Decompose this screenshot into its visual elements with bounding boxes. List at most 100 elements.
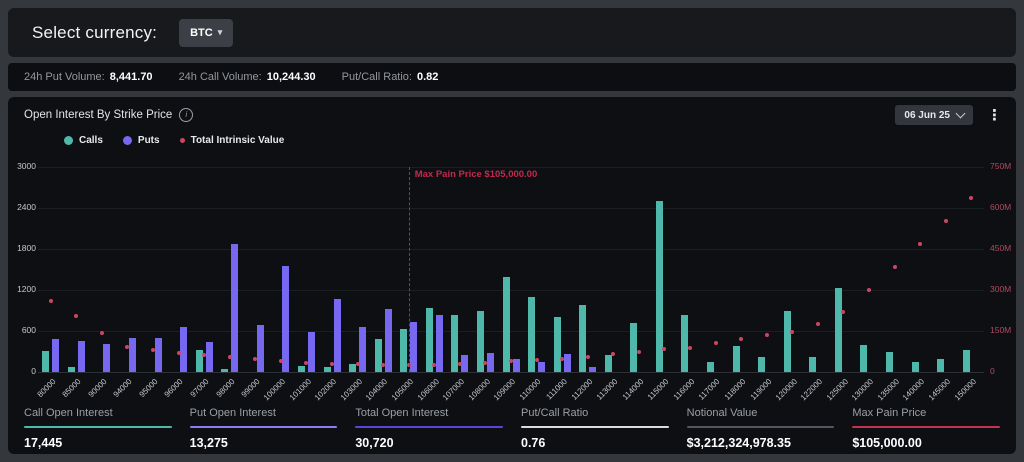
y-axis-left-tick: 3000 <box>17 161 36 171</box>
stat-label: Total Open Interest <box>355 407 503 426</box>
volume-stats-bar: 24h Put Volume: 8,441.70 24h Call Volume… <box>8 63 1016 91</box>
y-axis-right-tick: 450M <box>990 243 1011 253</box>
bar-calls <box>42 351 49 372</box>
stat-label: Call Open Interest <box>24 407 172 426</box>
stat-value: 13,275 <box>190 428 338 450</box>
intrinsic-value-dot <box>586 355 590 359</box>
gridline <box>38 290 984 291</box>
y-axis-right-tick: 150M <box>990 325 1011 335</box>
stat-put-call-ratio: Put/Call Ratio 0.76 <box>521 407 669 450</box>
bar-calls <box>809 357 816 372</box>
stat-label: Notional Value <box>687 407 835 426</box>
intrinsic-value-dot <box>637 350 641 354</box>
bar-calls <box>630 323 637 372</box>
bar-puts <box>180 327 187 372</box>
max-pain-line <box>409 167 410 372</box>
currency-dropdown-value: BTC <box>190 27 213 39</box>
stat-put-open-interest: Put Open Interest 13,275 <box>190 407 338 450</box>
y-axis-right-tick: 600M <box>990 202 1011 212</box>
intrinsic-value-dot <box>944 219 948 223</box>
bar-calls <box>605 355 612 372</box>
select-currency-label: Select currency: <box>32 23 157 43</box>
bar-calls <box>554 317 561 372</box>
bar-calls <box>503 277 510 372</box>
put-call-ratio-label: Put/Call Ratio: <box>342 71 412 83</box>
legend-item-puts[interactable]: Puts <box>123 135 160 146</box>
bar-calls <box>784 311 791 372</box>
bar-puts <box>513 359 520 372</box>
bar-puts <box>282 266 289 372</box>
legend-item-total-intrinsic-value[interactable]: Total Intrinsic Value <box>180 135 285 146</box>
currency-panel: Select currency: BTC ▾ <box>8 8 1016 57</box>
legend-calls-label: Calls <box>79 135 103 146</box>
currency-dropdown[interactable]: BTC ▾ <box>179 19 233 47</box>
stat-max-pain-price: Max Pain Price $105,000.00 <box>852 407 1000 450</box>
stat-notional-value: Notional Value $3,212,324,978.35 <box>687 407 835 450</box>
y-axis-left-tick: 0 <box>31 366 36 376</box>
put-volume-value: 8,441.70 <box>110 71 153 83</box>
intrinsic-value-dot <box>893 265 897 269</box>
date-selector-button[interactable]: 06 Jun 25 <box>895 105 973 125</box>
bar-calls <box>937 359 944 372</box>
legend-tiv-label: Total Intrinsic Value <box>191 135 285 146</box>
gridline <box>38 208 984 209</box>
intrinsic-value-dot <box>100 331 104 335</box>
put-call-ratio-value: 0.82 <box>417 71 438 83</box>
y-axis-left-tick: 600 <box>22 325 36 335</box>
intrinsic-value-dot <box>228 355 232 359</box>
stat-value: 17,445 <box>24 428 172 450</box>
bar-calls <box>758 357 765 372</box>
stat-call-open-interest: Call Open Interest 17,445 <box>24 407 172 450</box>
bar-calls <box>349 364 356 372</box>
intrinsic-value-dot <box>662 347 666 351</box>
bar-calls <box>963 350 970 372</box>
x-axis: 8000085000900009400095000960009700098000… <box>38 372 984 406</box>
intrinsic-value-dot <box>458 362 462 366</box>
bar-calls <box>681 315 688 372</box>
intrinsic-value-dot <box>739 337 743 341</box>
plot-area: Max Pain Price $105,000.00 <box>38 167 984 372</box>
legend-item-calls[interactable]: Calls <box>64 135 103 146</box>
bar-puts <box>231 244 238 372</box>
chart-title: Open Interest By Strike Price <box>24 109 172 121</box>
bar-calls <box>835 288 842 372</box>
bar-calls <box>375 339 382 372</box>
max-pain-label: Max Pain Price $105,000.00 <box>415 169 538 180</box>
stat-value: 0.76 <box>521 428 669 450</box>
bar-puts <box>334 299 341 372</box>
y-axis-right-tick: 750M <box>990 161 1011 171</box>
put-volume-stat: 24h Put Volume: 8,441.70 <box>24 71 153 83</box>
bar-puts <box>564 354 571 372</box>
intrinsic-value-dot <box>841 310 845 314</box>
y-axis-left-tick: 2400 <box>17 202 36 212</box>
intrinsic-value-dot <box>177 351 181 355</box>
dropdown-caret-icon: ▾ <box>218 27 223 38</box>
gridline <box>38 249 984 250</box>
intrinsic-value-dot <box>49 299 53 303</box>
intrinsic-value-dot <box>688 346 692 350</box>
chart-header: Open Interest By Strike Price i 06 Jun 2… <box>8 104 1016 126</box>
info-icon[interactable]: i <box>179 108 193 122</box>
footer-stats: Call Open Interest 17,445 Put Open Inter… <box>24 407 1000 450</box>
intrinsic-value-dot <box>918 242 922 246</box>
intrinsic-value-dot <box>790 330 794 334</box>
bar-calls <box>656 201 663 372</box>
stat-label: Put/Call Ratio <box>521 407 669 426</box>
intrinsic-value-dot <box>535 358 539 362</box>
intrinsic-value-dot <box>330 362 334 366</box>
bar-puts <box>103 344 110 372</box>
intrinsic-value-dot <box>74 314 78 318</box>
calls-swatch-icon <box>64 136 73 145</box>
call-volume-value: 10,244.30 <box>267 71 316 83</box>
bar-puts <box>129 338 136 372</box>
y-axis-left: 06001200180024003000 <box>10 167 36 372</box>
intrinsic-value-dot <box>714 341 718 345</box>
bar-puts <box>308 332 315 372</box>
bar-puts <box>461 355 468 372</box>
chevron-down-icon <box>956 109 966 119</box>
intrinsic-value-dot <box>969 196 973 200</box>
call-volume-stat: 24h Call Volume: 10,244.30 <box>179 71 316 83</box>
chart-legend: Calls Puts Total Intrinsic Value <box>64 135 284 146</box>
bar-calls <box>860 345 867 372</box>
kebab-menu-icon[interactable]: ⋮ <box>983 108 1006 123</box>
